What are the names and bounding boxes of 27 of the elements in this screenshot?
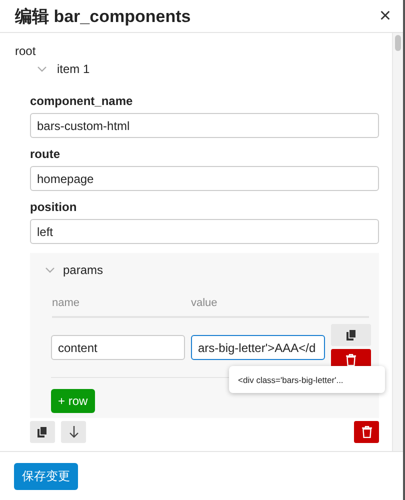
save-button[interactable]: 保存变更	[14, 462, 78, 490]
input-field[interactable]: homepage	[30, 166, 379, 191]
input-field[interactable]: left	[30, 219, 379, 244]
delete-button[interactable]	[354, 421, 379, 443]
tooltip-text: <div class='bars-big-letter'...	[238, 374, 344, 384]
field-label: route	[30, 147, 61, 161]
copy-button[interactable]	[331, 324, 371, 346]
section-label: params	[63, 263, 104, 277]
move-down-button[interactable]	[61, 421, 86, 443]
close-button[interactable]: ×	[379, 4, 391, 28]
tree-item-label: item 1	[57, 62, 90, 76]
scrollbar[interactable]	[392, 33, 403, 451]
input-field[interactable]: ars-big-letter'>AAA</d	[191, 335, 325, 360]
add-row-button[interactable]: + row	[51, 389, 95, 413]
field-label: position	[30, 200, 78, 214]
copy-icon	[37, 426, 48, 438]
input-field[interactable]: bars-custom-html	[30, 113, 379, 138]
copy-button[interactable]	[30, 421, 55, 443]
column-header: value	[191, 297, 218, 309]
dialog-title: 编辑 bar_components	[15, 6, 192, 28]
down-arrow-icon	[68, 426, 78, 438]
input-field[interactable]: content	[51, 335, 185, 360]
field-label: component_name	[30, 94, 134, 108]
tree-root-label: root	[15, 44, 37, 58]
copy-icon	[346, 329, 356, 341]
column-header: name	[52, 297, 81, 309]
trash-icon	[362, 426, 372, 438]
